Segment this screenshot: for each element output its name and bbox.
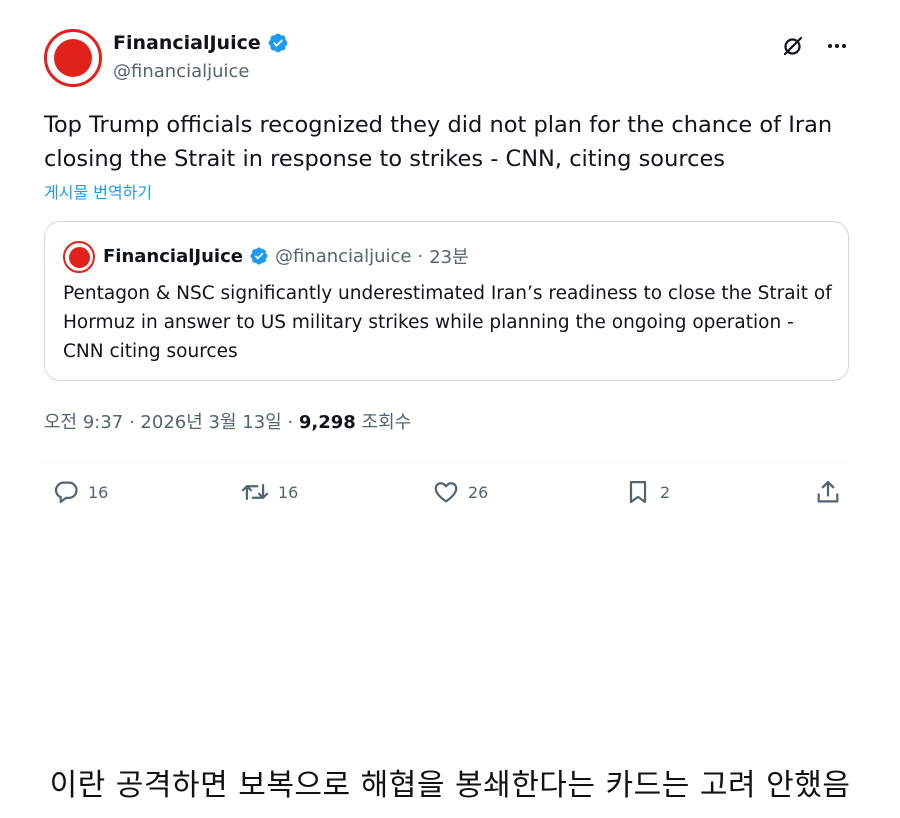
like-count: 26 [468,482,489,502]
quoted-handle: @financialjuice [274,245,412,267]
action-bar: 16 16 26 2 [44,478,849,514]
views-count: 9,298 [298,412,356,433]
avatar[interactable] [44,29,102,87]
bookmark-count: 2 [660,482,671,502]
tweet-text: Top Trump officials recognized they did … [44,112,833,172]
like-icon [432,478,460,506]
timestamp[interactable]: 오전 9:37 · 2026년 3월 13일 · [44,412,299,433]
author-handle[interactable]: @financialjuice [113,61,250,82]
reply-icon [52,478,80,506]
verified-badge-icon [249,246,269,266]
bookmark-button[interactable]: 2 [624,478,670,506]
repost-icon [240,478,270,506]
quoted-time: 23분 [429,247,469,268]
reply-button[interactable]: 16 [52,478,108,506]
author-name-row: FinancialJuice [113,32,289,54]
grok-icon[interactable] [780,33,806,59]
like-button[interactable]: 26 [432,478,488,506]
share-icon [814,478,842,506]
views-label: 조회수 [355,412,412,433]
divider [44,462,849,463]
quoted-tweet-card[interactable]: FinancialJuice @financialjuice · 23분 Pen… [44,221,849,381]
repost-count: 16 [278,482,299,502]
share-button[interactable] [814,478,842,506]
quoted-header: FinancialJuice @financialjuice · 23분 [103,243,469,269]
repost-button[interactable]: 16 [240,478,298,506]
caption-text: 이란 공격하면 보복으로 해협을 봉쇄한다는 카드는 고려 안했음 [49,768,851,803]
quoted-separator: · [417,245,424,267]
quoted-display-name: FinancialJuice [103,245,243,267]
more-icon[interactable] [824,33,850,59]
bookmark-icon [624,478,652,506]
verified-badge-icon[interactable] [267,32,289,54]
quoted-avatar [63,241,95,273]
reply-count: 16 [88,482,109,502]
translate-post-link[interactable]: 게시물 번역하기 [44,179,152,203]
tweet-top-actions [780,33,850,59]
display-name[interactable]: FinancialJuice [113,32,261,54]
quoted-text: Pentagon & NSC significantly underestima… [63,283,832,362]
tweet-meta: 오전 9:37 · 2026년 3월 13일 · 9,298 조회수 [44,408,411,434]
